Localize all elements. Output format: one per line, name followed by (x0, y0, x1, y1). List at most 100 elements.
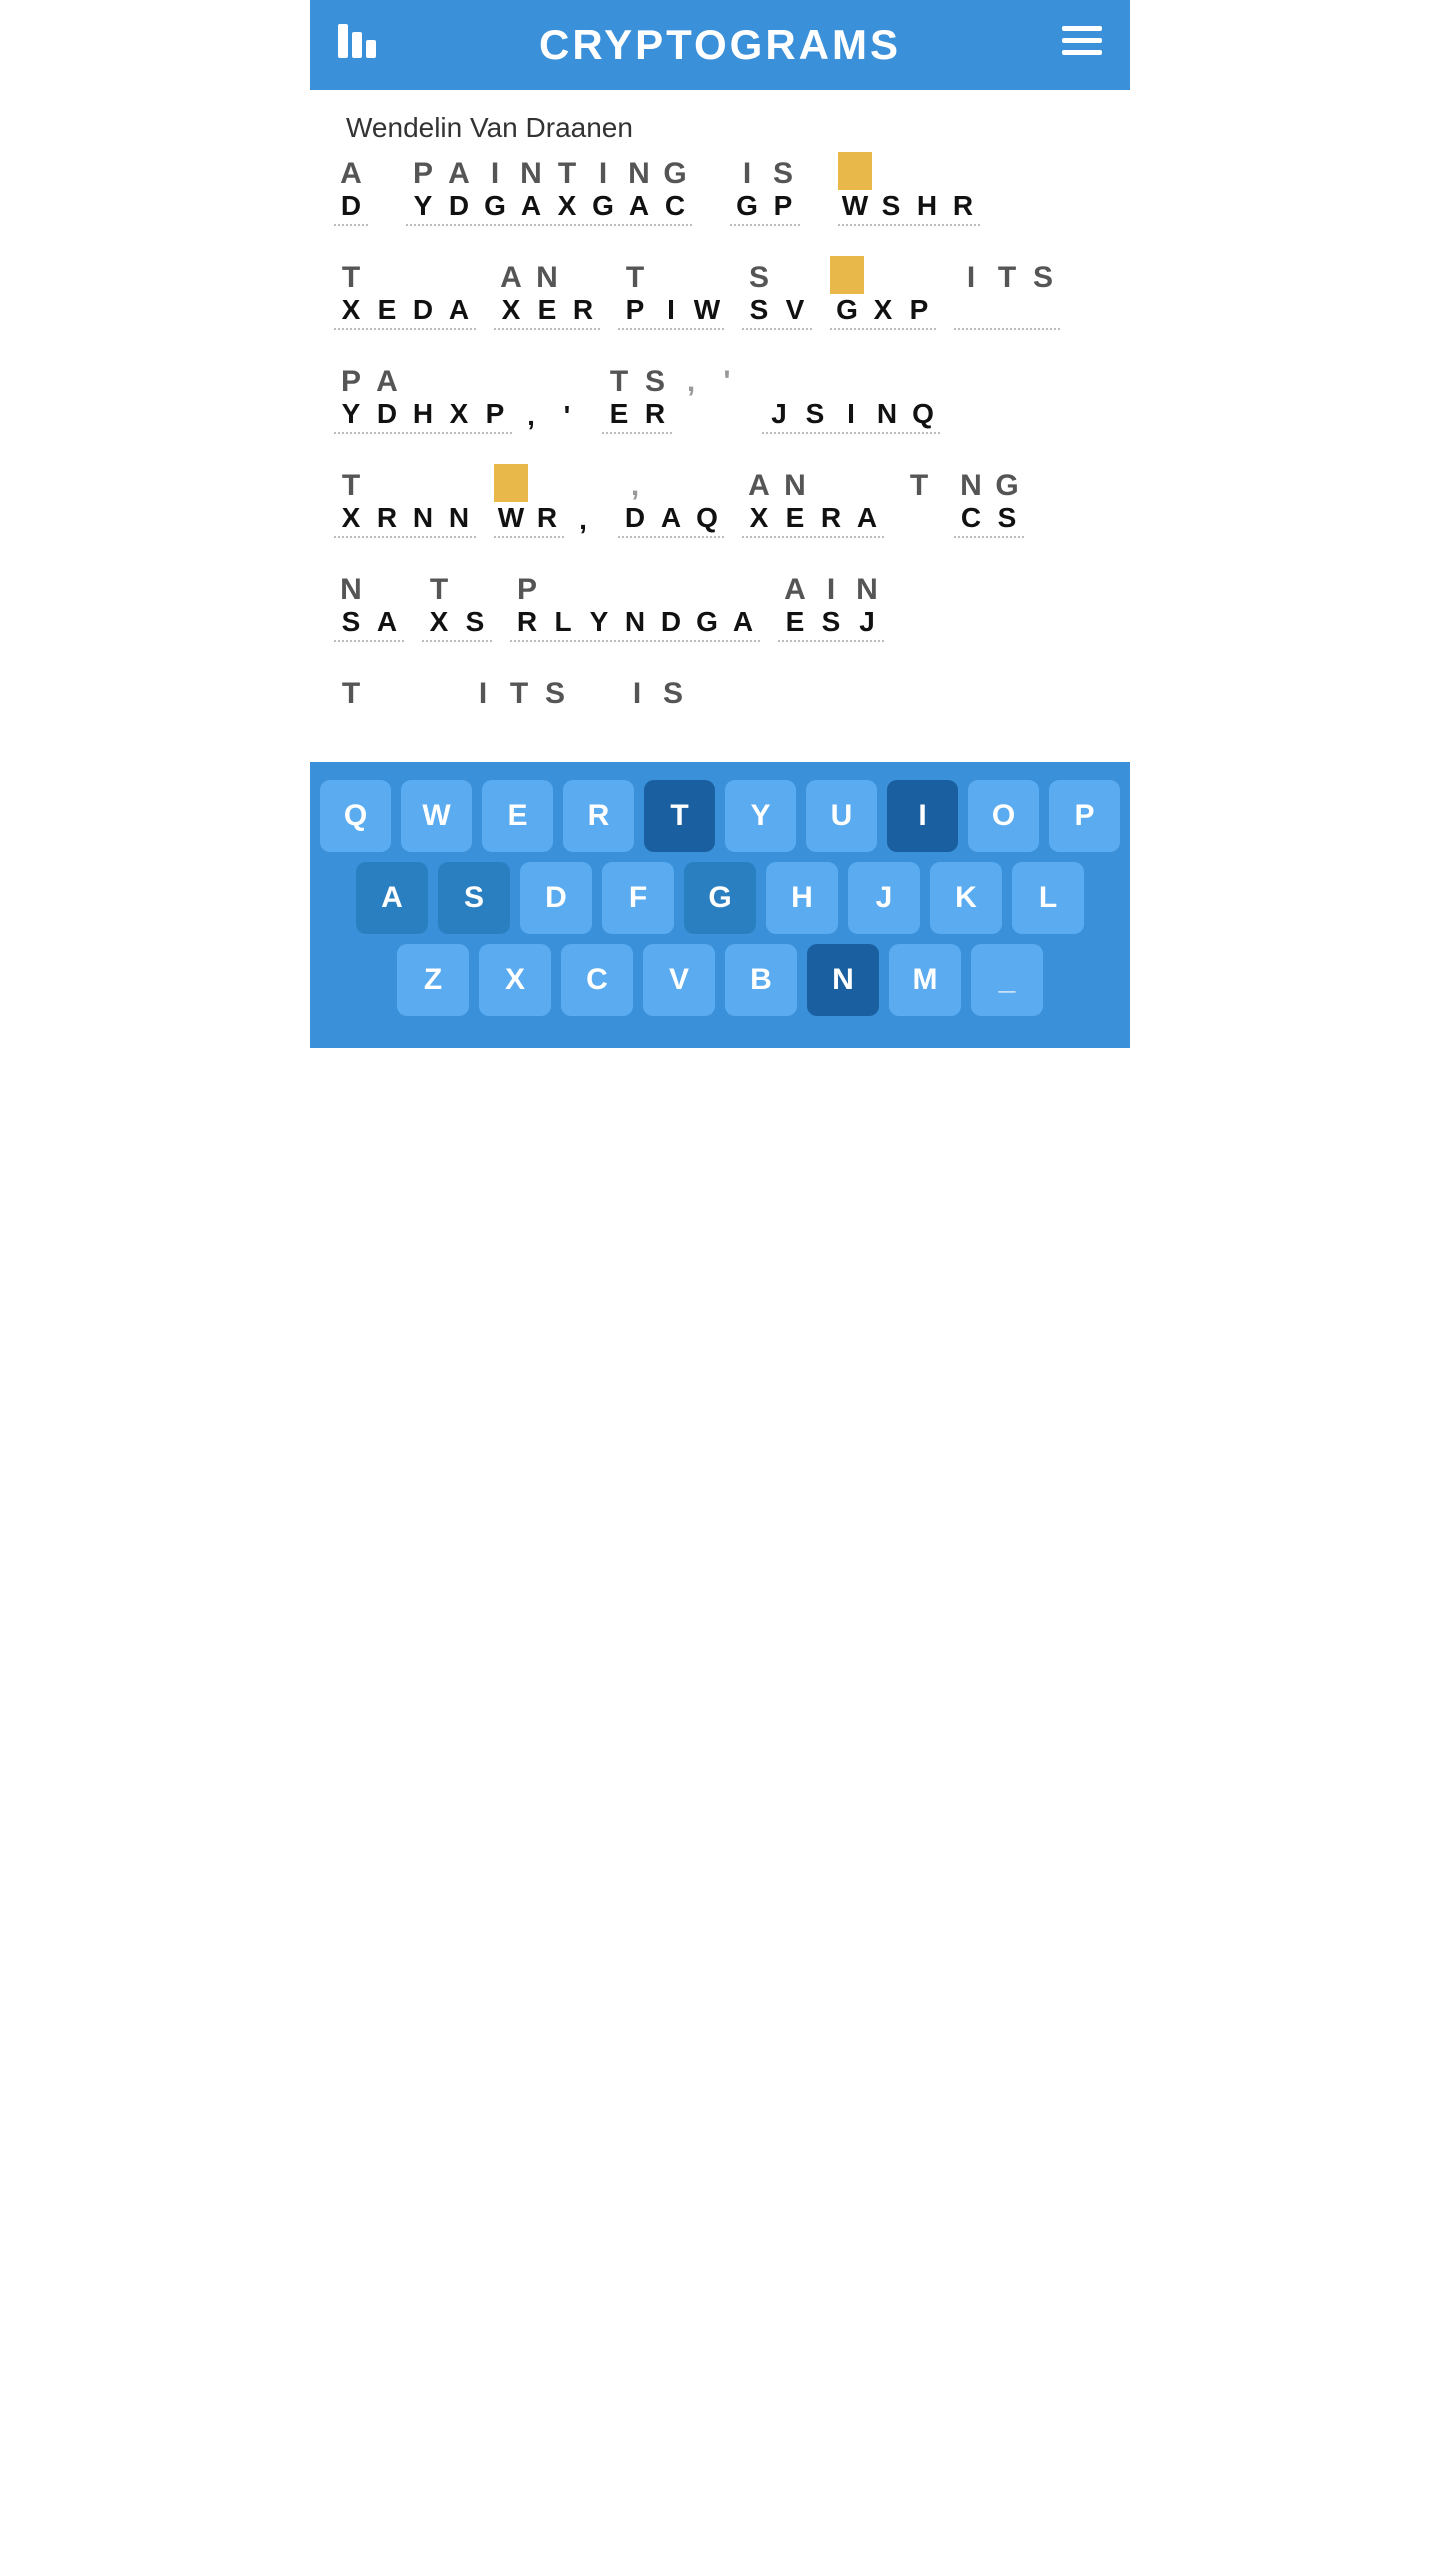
key-s[interactable]: S (438, 862, 510, 934)
cipher-letter[interactable]: C (954, 502, 988, 538)
key-v[interactable]: V (643, 944, 715, 1016)
cipher-letter[interactable]: E (778, 502, 812, 538)
key-b[interactable]: B (725, 944, 797, 1016)
key-y[interactable]: Y (725, 780, 796, 852)
cipher-letter[interactable]: G (690, 606, 724, 642)
cipher-letter[interactable]: D (654, 606, 688, 642)
key-j[interactable]: J (848, 862, 920, 934)
cipher-letter[interactable]: S (742, 294, 776, 330)
cipher-letter[interactable]: P (902, 294, 936, 330)
key-f[interactable]: F (602, 862, 674, 934)
cipher-letter[interactable]: V (778, 294, 812, 330)
cipher-letter[interactable]: X (742, 502, 776, 538)
cipher-letter[interactable]: R (946, 190, 980, 226)
key-u[interactable]: U (806, 780, 877, 852)
cipher-letter[interactable]: P (766, 190, 800, 226)
cipher-letter[interactable]: N (618, 606, 652, 642)
cipher-letter[interactable]: W (690, 294, 724, 330)
cipher-letter[interactable]: S (798, 398, 832, 434)
key-g[interactable]: G (684, 862, 756, 934)
cipher-letter[interactable]: H (406, 398, 440, 434)
cipher-letter[interactable]: Y (582, 606, 616, 642)
cipher-letter[interactable]: X (494, 294, 528, 330)
cipher-letter[interactable]: G (730, 190, 764, 226)
cipher-letter[interactable]: L (546, 606, 580, 642)
key-e[interactable]: E (482, 780, 553, 852)
cipher-letter[interactable]: S (874, 190, 908, 226)
key-t[interactable]: T (644, 780, 715, 852)
cipher-letter[interactable]: R (814, 502, 848, 538)
cipher-letter[interactable]: E (370, 294, 404, 330)
key-z[interactable]: Z (397, 944, 469, 1016)
key-w[interactable]: W (401, 780, 472, 852)
cipher-letter[interactable]: X (422, 606, 456, 642)
cipher-letter[interactable]: X (334, 502, 368, 538)
cipher-letter[interactable]: D (442, 190, 476, 226)
key-a[interactable]: A (356, 862, 428, 934)
key-p[interactable]: P (1049, 780, 1120, 852)
key-x[interactable]: X (479, 944, 551, 1016)
cipher-letter[interactable]: D (370, 398, 404, 434)
cipher-letter[interactable]: A (850, 502, 884, 538)
cipher-letter[interactable] (990, 294, 1024, 330)
cipher-letter[interactable]: G (586, 190, 620, 226)
cipher-letter[interactable]: C (658, 190, 692, 226)
cipher-letter[interactable]: X (550, 190, 584, 226)
cipher-letter[interactable]: X (334, 294, 368, 330)
cipher-letter[interactable]: Y (406, 190, 440, 226)
cipher-letter[interactable]: R (370, 502, 404, 538)
key-q[interactable]: Q (320, 780, 391, 852)
key-c[interactable]: C (561, 944, 633, 1016)
cipher-letter[interactable]: A (514, 190, 548, 226)
cipher-letter[interactable]: A (726, 606, 760, 642)
key-underscore[interactable]: _ (971, 944, 1043, 1016)
key-m[interactable]: M (889, 944, 961, 1016)
cipher-letter[interactable]: R (638, 398, 672, 434)
cipher-letter[interactable]: X (442, 398, 476, 434)
cipher-letter[interactable]: R (530, 502, 564, 538)
cipher-letter[interactable] (1026, 294, 1060, 330)
cipher-letter[interactable]: D (334, 190, 368, 226)
cipher-letter[interactable]: E (778, 606, 812, 642)
cipher-letter[interactable]: Q (906, 398, 940, 434)
cipher-letter[interactable]: S (458, 606, 492, 642)
cipher-letter[interactable]: J (762, 398, 796, 434)
cipher-letter[interactable]: N (870, 398, 904, 434)
cipher-letter[interactable]: A (370, 606, 404, 642)
cipher-letter[interactable]: R (510, 606, 544, 642)
cipher-letter[interactable]: G (830, 294, 864, 330)
key-d[interactable]: D (520, 862, 592, 934)
cipher-letter[interactable]: J (850, 606, 884, 642)
cipher-letter[interactable]: S (334, 606, 368, 642)
menu-icon[interactable] (1062, 26, 1102, 64)
cipher-letter[interactable]: X (866, 294, 900, 330)
cipher-letter[interactable]: W (494, 502, 528, 538)
cipher-letter[interactable]: D (618, 502, 652, 538)
key-r[interactable]: R (563, 780, 634, 852)
key-l[interactable]: L (1012, 862, 1084, 934)
cipher-letter[interactable]: I (834, 398, 868, 434)
cipher-letter[interactable]: E (602, 398, 636, 434)
key-k[interactable]: K (930, 862, 1002, 934)
key-h[interactable]: H (766, 862, 838, 934)
cipher-letter[interactable]: D (406, 294, 440, 330)
cipher-letter[interactable]: P (618, 294, 652, 330)
key-i[interactable]: I (887, 780, 958, 852)
cipher-letter[interactable]: I (654, 294, 688, 330)
cipher-letter[interactable]: A (654, 502, 688, 538)
cipher-letter[interactable]: N (406, 502, 440, 538)
cipher-letter[interactable]: P (478, 398, 512, 434)
key-o[interactable]: O (968, 780, 1039, 852)
cipher-letter[interactable]: S (814, 606, 848, 642)
cipher-letter[interactable]: A (442, 294, 476, 330)
cipher-letter[interactable]: G (478, 190, 512, 226)
cipher-letter[interactable]: N (442, 502, 476, 538)
cipher-letter[interactable]: Q (690, 502, 724, 538)
cipher-letter[interactable]: S (990, 502, 1024, 538)
cipher-letter[interactable]: H (910, 190, 944, 226)
cipher-letter[interactable]: R (566, 294, 600, 330)
cipher-letter[interactable] (954, 294, 988, 330)
cipher-letter[interactable]: Y (334, 398, 368, 434)
key-n[interactable]: N (807, 944, 879, 1016)
cipher-letter[interactable]: A (622, 190, 656, 226)
